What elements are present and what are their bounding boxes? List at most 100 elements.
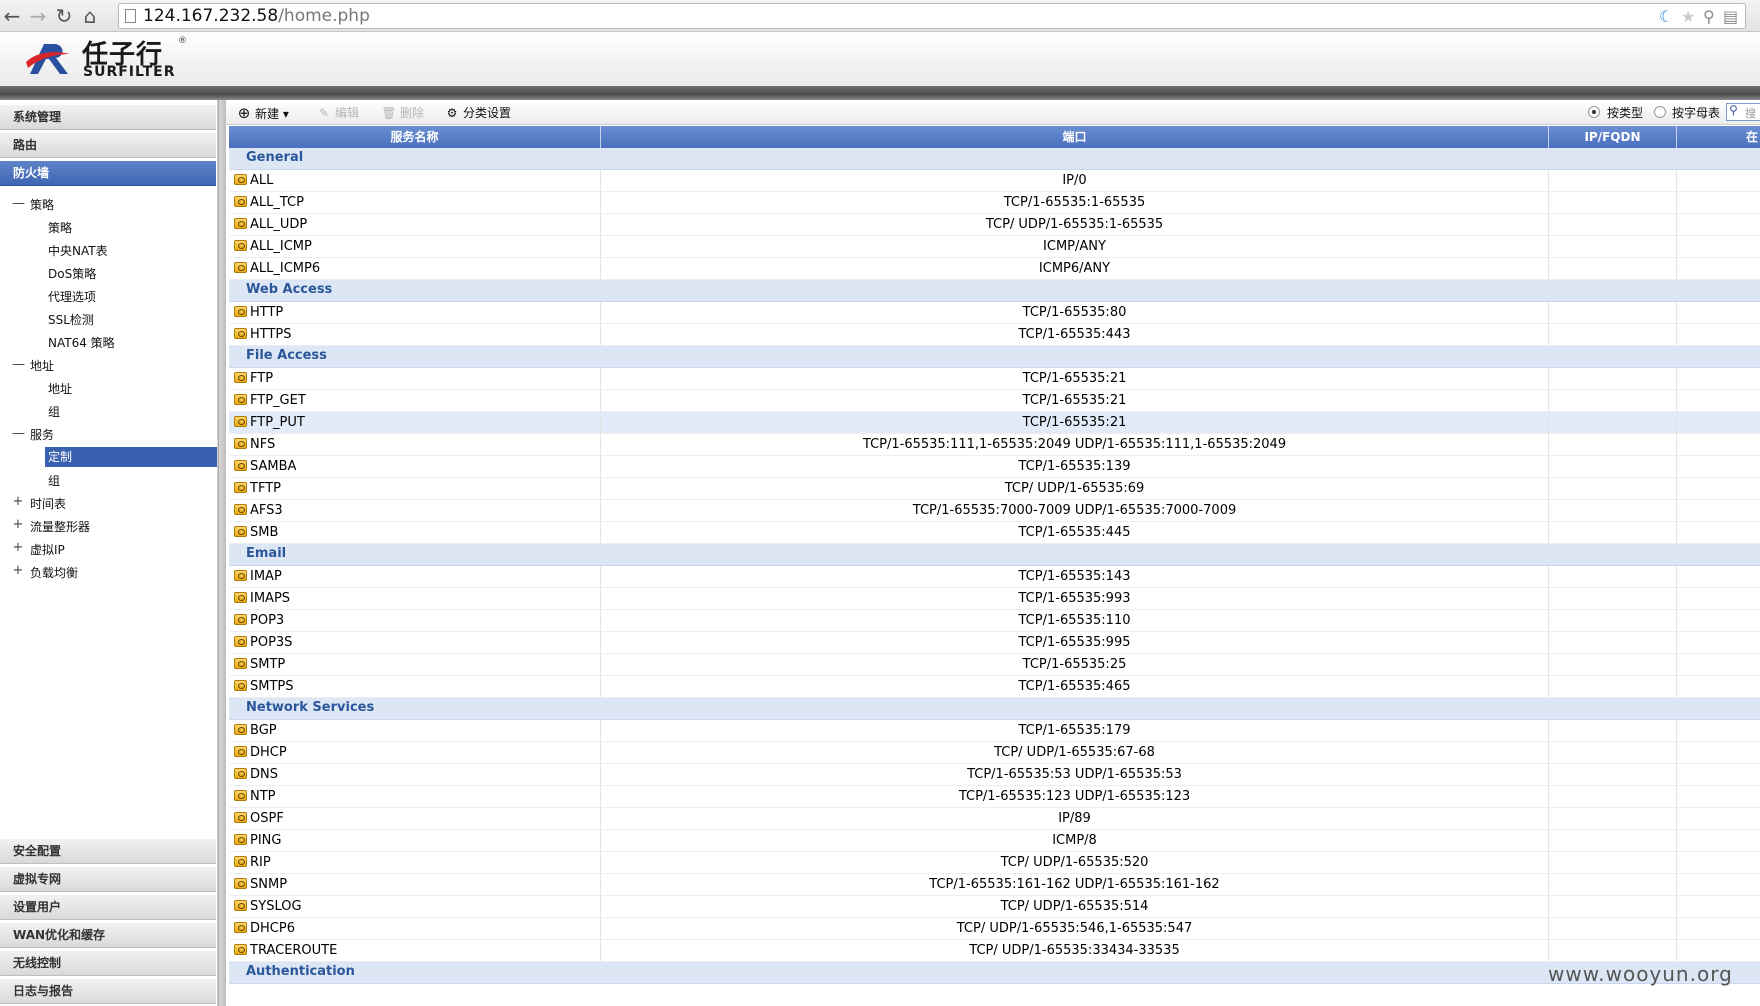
address-bar[interactable]: 124.167.232.58/home.php ☾ ★ ⚲ ▤ <box>118 3 1746 29</box>
table-row[interactable]: HTTP TCP/1-65535:80 <box>229 302 1760 324</box>
sidebar-section-wan-opt[interactable]: WAN优化和缓存 <box>0 922 216 948</box>
sidebar-section-system[interactable]: 系统管理 <box>0 104 216 130</box>
group-header-row[interactable]: Network Services <box>229 698 1760 720</box>
table-row[interactable]: ALL IP/0 <box>229 170 1760 192</box>
collapse-icon[interactable]: — <box>12 357 25 372</box>
tree-item-custom-service[interactable]: 定制 <box>45 447 217 467</box>
table-row[interactable]: HTTPS TCP/1-65535:443 <box>229 324 1760 346</box>
tree-node-load-balance[interactable]: 负载均衡 <box>30 563 78 583</box>
column-header-service-name[interactable]: 服务名称 <box>229 126 601 148</box>
sidebar-splitter[interactable] <box>218 100 226 1006</box>
table-row[interactable]: DNS TCP/1-65535:53 UDP/1-65535:53 <box>229 764 1760 786</box>
table-row[interactable]: DHCP TCP/ UDP/1-65535:67-68 <box>229 742 1760 764</box>
service-icon <box>234 944 247 955</box>
tree-node-address[interactable]: 地址 <box>30 356 54 376</box>
by-type-radio[interactable] <box>1588 106 1600 118</box>
forward-arrow-icon[interactable]: → <box>26 4 50 28</box>
group-header-row[interactable]: General <box>229 148 1760 170</box>
table-row[interactable]: NTP TCP/1-65535:123 UDP/1-65535:123 <box>229 786 1760 808</box>
group-header-row[interactable]: File Access <box>229 346 1760 368</box>
reload-icon[interactable]: ↻ <box>52 4 76 28</box>
pin-extension-icon[interactable]: ⚲ <box>1703 7 1715 26</box>
table-row[interactable]: NFS TCP/1-65535:111,1-65535:2049 UDP/1-65… <box>229 434 1760 456</box>
tree-item-ssl-inspection[interactable]: SSL检测 <box>48 310 94 330</box>
table-row[interactable]: FTP TCP/1-65535:21 <box>229 368 1760 390</box>
tree-item-central-nat[interactable]: 中央NAT表 <box>48 241 108 261</box>
menu-extension-icon[interactable]: ▤ <box>1723 7 1738 26</box>
sidebar-section-users[interactable]: 设置用户 <box>0 894 216 920</box>
star-bookmark-icon[interactable]: ★ <box>1681 7 1695 26</box>
table-row[interactable]: ALL_UDP TCP/ UDP/1-65535:1-65535 <box>229 214 1760 236</box>
table-row[interactable]: FTP_GET TCP/1-65535:21 <box>229 390 1760 412</box>
table-row[interactable]: IMAPS TCP/1-65535:993 <box>229 588 1760 610</box>
expand-icon[interactable]: + <box>12 563 24 578</box>
new-button[interactable]: ⊕ 新建 ▾ <box>236 103 289 123</box>
tree-node-policy[interactable]: 策略 <box>30 195 54 215</box>
table-row[interactable]: SNMP TCP/1-65535:161-162 UDP/1-65535:161-… <box>229 874 1760 896</box>
table-row[interactable]: SMTPS TCP/1-65535:465 <box>229 676 1760 698</box>
table-row[interactable]: BGP TCP/1-65535:179 <box>229 720 1760 742</box>
expand-icon[interactable]: + <box>12 517 24 532</box>
collapse-icon[interactable]: — <box>12 196 25 211</box>
by-type-label: 按类型 <box>1607 106 1644 120</box>
moon-extension-icon[interactable]: ☾ <box>1659 7 1673 26</box>
table-row[interactable]: DHCP6 TCP/ UDP/1-65535:546,1-65535:547 <box>229 918 1760 940</box>
expand-icon[interactable]: + <box>12 494 24 509</box>
service-table: 服务名称 端口 IP/FQDN 在 General ALL IP/0 ALL_TCP T… <box>229 126 1760 1006</box>
tree-item-address-group[interactable]: 组 <box>48 402 60 422</box>
table-row[interactable]: IMAP TCP/1-65535:143 <box>229 566 1760 588</box>
table-row[interactable]: SYSLOG TCP/ UDP/1-65535:514 <box>229 896 1760 918</box>
table-row[interactable]: OSPF IP/89 <box>229 808 1760 830</box>
sidebar-section-vpn[interactable]: 虚拟专网 <box>0 866 216 892</box>
tree-item-nat64-policy[interactable]: NAT64 策略 <box>48 333 115 353</box>
table-row[interactable]: PING ICMP/8 <box>229 830 1760 852</box>
table-row[interactable]: RIP TCP/ UDP/1-65535:520 <box>229 852 1760 874</box>
table-row[interactable]: SAMBA TCP/1-65535:139 <box>229 456 1760 478</box>
group-header-row[interactable]: Email <box>229 544 1760 566</box>
tree-node-service[interactable]: 服务 <box>30 425 54 445</box>
table-row[interactable]: ALL_ICMP6 ICMP6/ANY <box>229 258 1760 280</box>
back-arrow-icon[interactable]: ← <box>0 4 24 28</box>
table-row[interactable]: FTP_PUT TCP/1-65535:21 <box>229 412 1760 434</box>
tree-item-address[interactable]: 地址 <box>48 379 72 399</box>
collapse-icon[interactable]: — <box>12 426 25 441</box>
group-header-row[interactable]: Authentication <box>229 962 1760 984</box>
table-row[interactable]: ALL_ICMP ICMP/ANY <box>229 236 1760 258</box>
table-row[interactable]: TFTP TCP/ UDP/1-65535:69 <box>229 478 1760 500</box>
column-header-ip-fqdn[interactable]: IP/FQDN <box>1549 126 1677 148</box>
by-alpha-radio[interactable] <box>1654 106 1666 118</box>
tree-item-proxy-options[interactable]: 代理选项 <box>48 287 96 307</box>
sidebar-section-routing[interactable]: 路由 <box>0 132 216 158</box>
group-header-row[interactable]: Web Access <box>229 280 1760 302</box>
service-name-cell: TFTP <box>229 478 601 500</box>
tree-node-schedule[interactable]: 时间表 <box>30 494 66 514</box>
ip-fqdn-cell <box>1549 192 1677 214</box>
table-row[interactable]: ALL_TCP TCP/1-65535:1-65535 <box>229 192 1760 214</box>
table-row[interactable]: AFS3 TCP/1-65535:7000-7009 UDP/1-65535:70… <box>229 500 1760 522</box>
tree-node-virtual-ip[interactable]: 虚拟IP <box>30 540 65 560</box>
tree-item-dos-policy[interactable]: DoS策略 <box>48 264 96 284</box>
table-row[interactable]: SMTP TCP/1-65535:25 <box>229 654 1760 676</box>
category-settings-button[interactable]: ⚙ 分类设置 <box>444 103 511 123</box>
port-cell: TCP/1-65535:993 <box>601 588 1549 610</box>
sidebar-section-security[interactable]: 安全配置 <box>0 838 216 864</box>
table-row[interactable]: TRACEROUTE TCP/ UDP/1-65535:33434-33535 <box>229 940 1760 962</box>
column-header-in[interactable]: 在 <box>1677 126 1760 148</box>
search-input[interactable]: ⚲ 搜 <box>1726 103 1760 121</box>
port-cell: TCP/1-65535:179 <box>601 720 1549 742</box>
sidebar-section-wireless[interactable]: 无线控制 <box>0 950 216 976</box>
table-row[interactable]: POP3S TCP/1-65535:995 <box>229 632 1760 654</box>
expand-icon[interactable]: + <box>12 540 24 555</box>
edit-button[interactable]: ✎ 编辑 <box>316 103 359 123</box>
home-icon[interactable]: ⌂ <box>78 4 102 28</box>
tree-node-traffic-shaper[interactable]: 流量整形器 <box>30 517 90 537</box>
tree-item-service-group[interactable]: 组 <box>48 471 60 491</box>
table-row[interactable]: POP3 TCP/1-65535:110 <box>229 610 1760 632</box>
table-row[interactable]: SMB TCP/1-65535:445 <box>229 522 1760 544</box>
sidebar-section-firewall[interactable]: 防火墙 <box>0 160 216 186</box>
column-header-port[interactable]: 端口 <box>601 126 1549 148</box>
sidebar-section-log-report[interactable]: 日志与报告 <box>0 978 216 1004</box>
delete-button[interactable]: 🗑 删除 <box>381 103 424 123</box>
tree-item-policy[interactable]: 策略 <box>48 218 72 238</box>
service-name: DHCP6 <box>250 921 295 936</box>
